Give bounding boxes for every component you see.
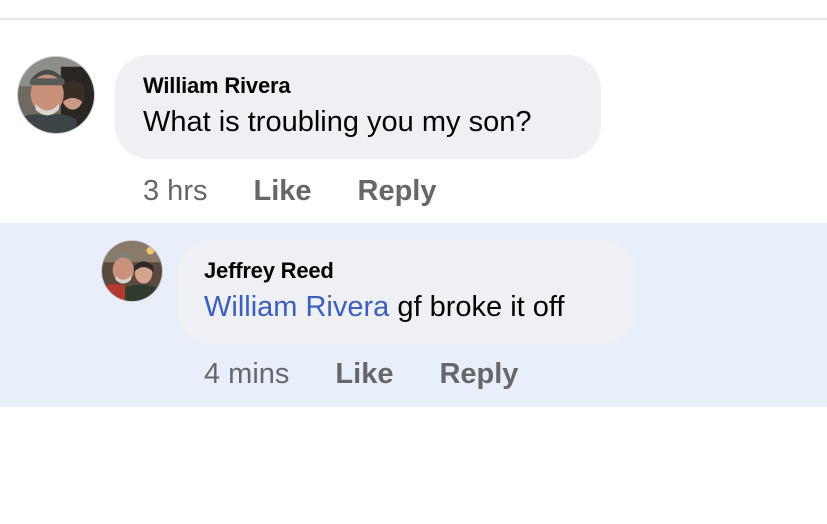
comment: William Rivera What is troubling you my … (0, 40, 827, 222)
reply-comment: Jeffrey Reed William Rivera gf broke it … (0, 223, 827, 407)
replier-avatar[interactable] (101, 240, 163, 302)
comment-bubble: William Rivera What is troubling you my … (115, 55, 601, 159)
mention-link[interactable]: William Rivera (204, 291, 389, 323)
divider (0, 18, 827, 20)
reply-message: gf broke it off (397, 291, 565, 323)
reply-timestamp[interactable]: 4 mins (204, 358, 289, 391)
reply-button[interactable]: Reply (358, 175, 437, 208)
comment-author[interactable]: William Rivera (143, 73, 573, 99)
comment-text: What is troubling you my son? (143, 106, 532, 138)
comment-timestamp[interactable]: 3 hrs (143, 175, 207, 208)
avatar-photo-icon (18, 57, 94, 133)
reply-author[interactable]: Jeffrey Reed (204, 258, 609, 284)
avatar-photo-icon (102, 241, 162, 301)
commenter-avatar[interactable] (17, 56, 95, 134)
reply-button[interactable]: Reply (439, 358, 518, 391)
comment-thread: William Rivera What is troubling you my … (0, 0, 827, 524)
like-button[interactable]: Like (335, 358, 393, 391)
reply-bubble: Jeffrey Reed William Rivera gf broke it … (177, 240, 636, 344)
comment-actions: 3 hrs Like Reply (143, 175, 437, 208)
reply-text: William Rivera gf broke it off (204, 288, 609, 326)
reply-actions: 4 mins Like Reply (204, 358, 518, 391)
like-button[interactable]: Like (253, 175, 311, 208)
